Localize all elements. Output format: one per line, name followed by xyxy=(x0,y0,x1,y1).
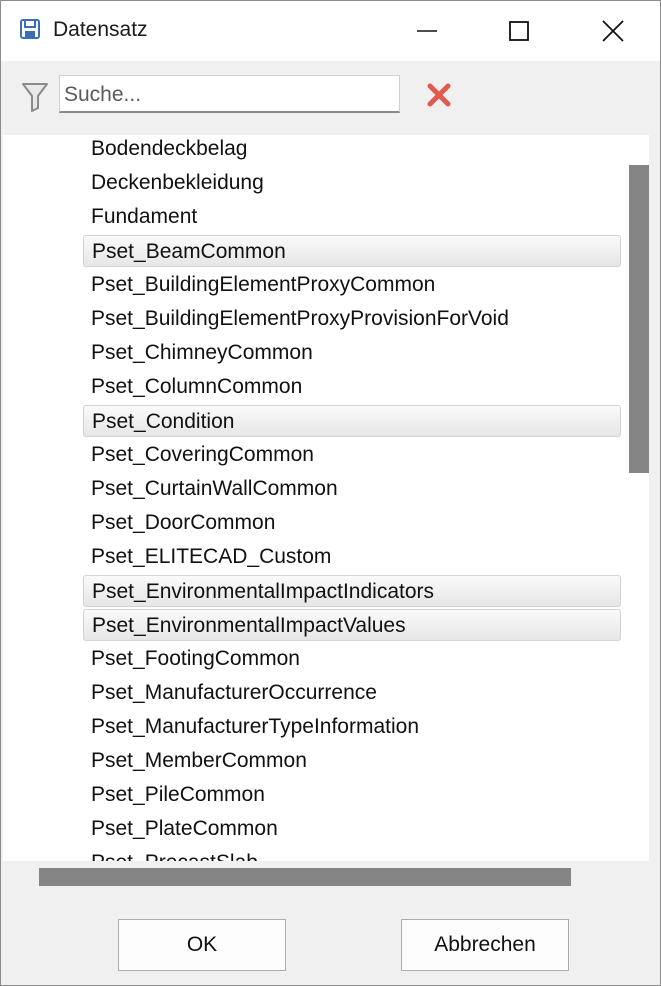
save-icon xyxy=(20,19,40,39)
clear-x-icon[interactable] xyxy=(425,81,453,109)
list-item[interactable]: Pset_CurtainWallCommon xyxy=(83,473,621,505)
list-item[interactable]: Pset_PlateCommon xyxy=(83,813,621,845)
close-icon xyxy=(602,20,624,42)
list-item[interactable]: Pset_PileCommon xyxy=(83,779,621,811)
list-item[interactable]: Pset_BeamCommon xyxy=(83,235,621,267)
cancel-button[interactable]: Abbrechen xyxy=(401,919,569,971)
list-item[interactable]: Bodendeckbelag xyxy=(83,135,621,165)
list-item[interactable]: Pset_ColumnCommon xyxy=(83,371,621,403)
list-item[interactable]: Pset_EnvironmentalImpactIndicators xyxy=(83,575,621,607)
list-item[interactable]: Fundament xyxy=(83,201,621,233)
vertical-scroll-thumb[interactable] xyxy=(629,165,649,473)
ok-button[interactable]: OK xyxy=(118,919,286,971)
list-item[interactable]: Pset_ManufacturerOccurrence xyxy=(83,677,621,709)
close-button[interactable] xyxy=(567,1,659,61)
maximize-button[interactable] xyxy=(473,1,565,61)
list-item[interactable]: Pset_Condition xyxy=(83,405,621,437)
list-item[interactable]: Pset_MemberCommon xyxy=(83,745,621,777)
dataset-list[interactable]: Bodendeckbelag Deckenbekleidung Fundament P… xyxy=(3,135,649,893)
list-item[interactable]: Pset_FootingCommon xyxy=(83,643,621,675)
list-item[interactable]: Pset_BuildingElementProxyCommon xyxy=(83,269,621,301)
maximize-icon xyxy=(509,21,529,41)
list-item[interactable]: Pset_DoorCommon xyxy=(83,507,621,539)
title-bar[interactable]: Datensatz xyxy=(1,1,660,61)
horizontal-scroll-thumb[interactable] xyxy=(39,868,571,886)
minimize-icon xyxy=(417,30,437,32)
list-item[interactable]: Pset_EnvironmentalImpactValues xyxy=(83,609,621,641)
list-item[interactable]: Pset_ManufacturerTypeInformation xyxy=(83,711,621,743)
dialog-window: Datensatz BodendeckbelagDeckenbekleidung… xyxy=(0,0,661,986)
search-input[interactable] xyxy=(59,75,400,113)
filter-icon xyxy=(22,83,48,112)
list-item[interactable]: Pset_BuildingElementProxyProvisionForVoi… xyxy=(83,303,621,335)
list-item[interactable]: Pset_ELITECAD_Custom xyxy=(83,541,621,573)
window-title: Datensatz xyxy=(53,18,148,41)
minimize-button[interactable] xyxy=(381,1,473,61)
list-item[interactable]: Deckenbekleidung xyxy=(83,167,621,199)
list-item[interactable]: Pset_ChimneyCommon xyxy=(83,337,621,369)
list-item[interactable]: Pset_CoveringCommon xyxy=(83,439,621,471)
